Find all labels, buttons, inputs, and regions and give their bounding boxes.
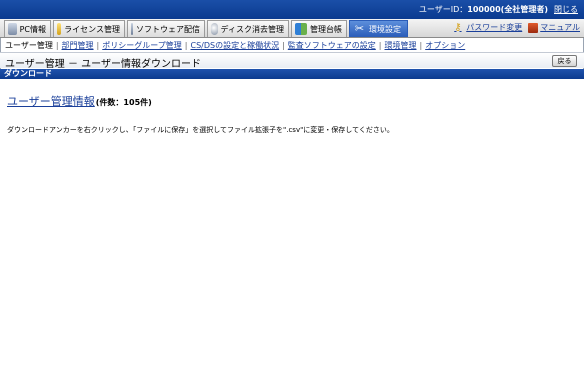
back-button[interactable]: 戻る <box>552 55 577 67</box>
software-icon <box>131 23 133 35</box>
user-id: ユーザーID：100000(全社管理者) <box>418 5 548 14</box>
page-title: ユーザー管理 － ユーザー情報ダウンロード <box>5 59 201 70</box>
subnav-audit-software[interactable]: 監査ソフトウェアの設定 <box>288 40 376 51</box>
subnav-policy-group[interactable]: ポリシーグループ管理 <box>102 40 182 51</box>
subnav-option[interactable]: オプション <box>425 40 465 51</box>
settings-icon: ✂ <box>354 22 365 35</box>
main-tabs: PC情報 ライセンス管理 ソフトウェア配信 ディスク消去管理 管理台帳 ✂ 環境設… <box>0 19 584 38</box>
title-bar: ユーザー管理 － ユーザー情報ダウンロード 戻る <box>0 52 584 70</box>
password-change-link[interactable]: ⚷ パスワード変更 <box>454 22 522 33</box>
section-header: ダウンロード <box>0 69 584 79</box>
close-link[interactable]: 閉じる <box>554 4 578 15</box>
tab-software[interactable]: ソフトウェア配信 <box>127 20 205 37</box>
instruction-text: ダウンロードアンカーを右クリックし、「ファイルに保存」を選択してファイル拡張子を… <box>7 126 394 134</box>
right-links: ⚷ パスワード変更 マニュアル <box>454 22 580 33</box>
ledger-icon <box>295 23 307 35</box>
download-row: ユーザー管理情報 (件数：105件) <box>7 93 152 109</box>
record-count: (件数：105件) <box>95 98 152 107</box>
subnav-csds[interactable]: CS/DSの設定と稼働状況 <box>190 40 279 51</box>
subnav-env[interactable]: 環境管理 <box>385 40 417 51</box>
tab-pc-info[interactable]: PC情報 <box>4 20 51 37</box>
tab-ledger[interactable]: 管理台帳 <box>291 20 347 37</box>
tab-settings[interactable]: ✂ 環境設定 <box>349 20 408 37</box>
sub-navigation: ユーザー管理 | 部門管理 | ポリシーグループ管理 | CS/DSの設定と稼働… <box>5 40 466 51</box>
manual-link[interactable]: マニュアル <box>528 22 580 33</box>
key-icon: ⚷ <box>454 21 462 33</box>
top-user-bar: ユーザーID：100000(全社管理者) 閉じる <box>0 0 584 19</box>
tab-disk[interactable]: ディスク消去管理 <box>207 20 289 37</box>
license-icon <box>57 23 62 35</box>
subnav-dept[interactable]: 部門管理 <box>62 40 94 51</box>
content-area: ユーザー管理情報 (件数：105件) ダウンロードアンカーを右クリックし、「ファ… <box>0 79 584 367</box>
subnav-current: ユーザー管理 <box>5 41 53 50</box>
pc-icon <box>8 23 17 35</box>
download-link[interactable]: ユーザー管理情報 <box>7 93 95 109</box>
disk-icon <box>211 23 218 35</box>
book-icon <box>528 22 539 33</box>
tab-license[interactable]: ライセンス管理 <box>53 20 125 37</box>
